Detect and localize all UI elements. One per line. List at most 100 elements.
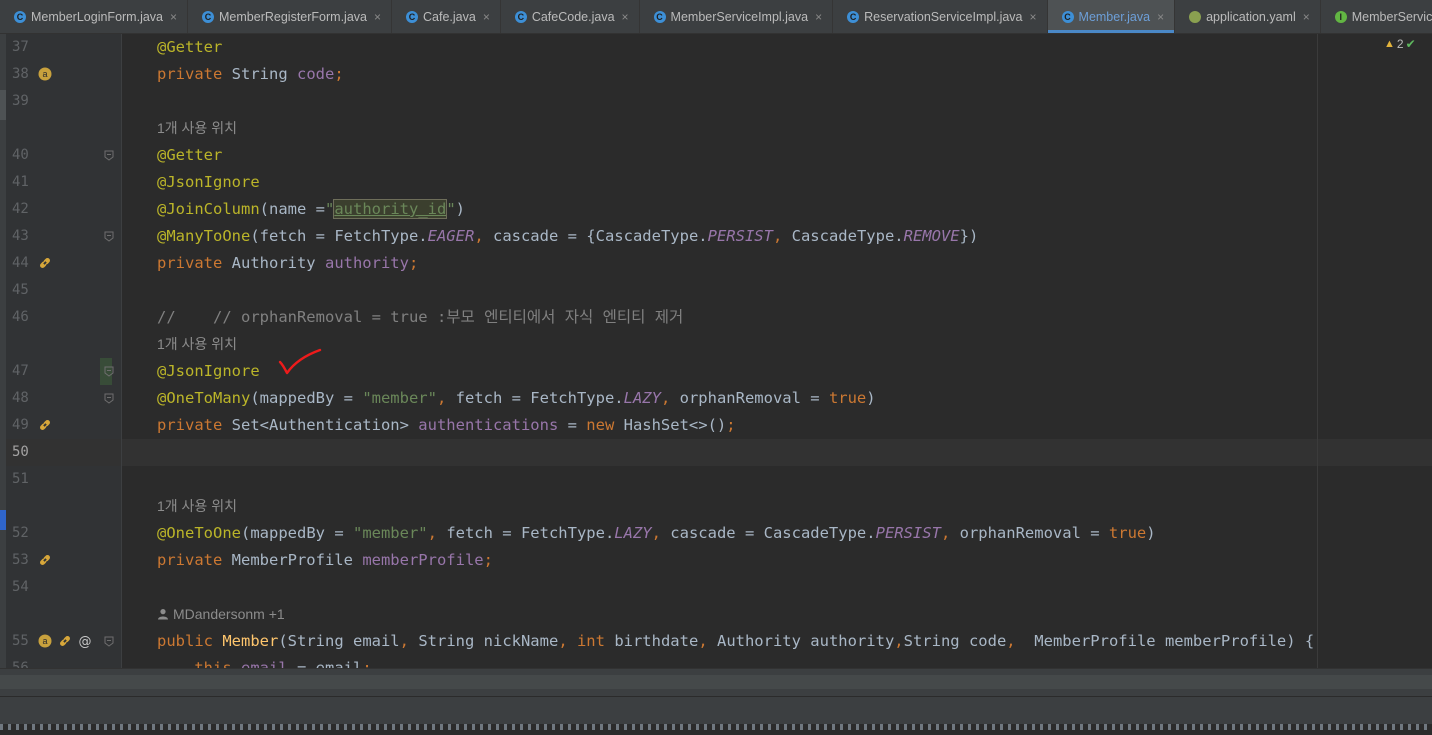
code-token: orphanRemoval =: [959, 524, 1109, 542]
line-number: 39: [12, 93, 29, 109]
code-line[interactable]: 41 @JsonIgnore: [0, 169, 1432, 196]
usage-hint[interactable]: 1개 사용 위치: [0, 115, 1432, 142]
relationship-icon[interactable]: [38, 418, 52, 432]
code-editor[interactable]: ▲ 2 ✔ 37 @Getter 38 a private String code; 39…: [0, 34, 1432, 668]
line-number: 37: [12, 39, 29, 55]
code-token: @JoinColumn: [157, 200, 260, 218]
code-text[interactable]: this.email = email;: [157, 655, 371, 668]
code-line[interactable]: 48 @OneToMany(mappedBy = "member", fetch …: [0, 385, 1432, 412]
code-token: @OneToMany: [157, 389, 251, 407]
code-token: // // orphanRemoval = true :부모 엔티티에서 자식 …: [157, 308, 684, 326]
code-text[interactable]: @Getter: [157, 142, 222, 169]
code-line[interactable]: 38 a private String code;: [0, 61, 1432, 88]
line-number: 54: [12, 579, 29, 595]
fold-toggle-icon[interactable]: [104, 636, 114, 647]
code-token: @JsonIgnore: [157, 173, 260, 191]
code-line[interactable]: 55 a @ public Member(String email, String n…: [0, 628, 1432, 655]
code-token: @JsonIgnore: [157, 362, 260, 380]
code-text[interactable]: private Set<Authentication> authenticati…: [157, 412, 736, 439]
code-text[interactable]: @Getter: [157, 34, 222, 61]
code-text[interactable]: @JoinColumn(name ="authority_id"): [157, 196, 465, 223]
close-tab-icon[interactable]: ×: [622, 10, 629, 24]
hint-text: 1개 사용 위치: [157, 120, 237, 136]
relationship-icon[interactable]: [58, 634, 72, 648]
code-line[interactable]: 51: [0, 466, 1432, 493]
code-text[interactable]: @JsonIgnore: [157, 358, 260, 385]
hint-text: 1개 사용 위치: [157, 498, 237, 514]
code-token: LAZY: [614, 524, 652, 542]
code-line[interactable]: 46 // // orphanRemoval = true :부모 엔티티에서 자…: [0, 304, 1432, 331]
tab-memberserviceimpl-java[interactable]: C MemberServiceImpl.java ×: [640, 0, 834, 33]
relationship-icon[interactable]: [38, 553, 52, 567]
tab-memberregisterform-java[interactable]: C MemberRegisterForm.java ×: [188, 0, 392, 33]
fold-toggle-icon[interactable]: [104, 366, 114, 377]
lombok-annotation-icon[interactable]: a: [38, 634, 52, 648]
code-token: code: [296, 65, 335, 83]
code-line[interactable]: 43 @ManyToOne(fetch = FetchType.EAGER, ca…: [0, 223, 1432, 250]
close-tab-icon[interactable]: ×: [1030, 10, 1037, 24]
line-number: 43: [12, 228, 29, 244]
code-line[interactable]: 47 @JsonIgnore: [0, 358, 1432, 385]
lombok-annotation-icon[interactable]: a: [38, 67, 52, 81]
tab-cafecode-java[interactable]: C CafeCode.java ×: [501, 0, 640, 33]
close-tab-icon[interactable]: ×: [483, 10, 490, 24]
fold-toggle-icon[interactable]: [104, 150, 114, 161]
code-line[interactable]: 54: [0, 574, 1432, 601]
code-line[interactable]: 56 this.email = email;: [0, 655, 1432, 668]
close-tab-icon[interactable]: ×: [374, 10, 381, 24]
code-token: Authority: [231, 254, 325, 272]
usage-hint[interactable]: 1개 사용 위치: [0, 331, 1432, 358]
tab-member-java[interactable]: C Member.java ×: [1047, 0, 1176, 33]
code-text[interactable]: @JsonIgnore: [157, 169, 260, 196]
code-text[interactable]: private MemberProfile memberProfile;: [157, 547, 493, 574]
code-line[interactable]: 50: [0, 439, 1432, 466]
scrollbar-thumb[interactable]: [0, 675, 1432, 689]
at-symbol-icon[interactable]: @: [78, 634, 92, 649]
code-text[interactable]: public Member(String email, String nickN…: [157, 628, 1314, 655]
code-line[interactable]: 52 @OneToOne(mappedBy = "member", fetch =…: [0, 520, 1432, 547]
usage-hint[interactable]: 1개 사용 위치: [0, 493, 1432, 520]
tab-cafe-java[interactable]: C Cafe.java ×: [392, 0, 501, 33]
code-token: , int: [558, 632, 615, 650]
tab-application-yaml[interactable]: application.yaml ×: [1175, 0, 1321, 33]
fold-toggle-icon[interactable]: [104, 393, 114, 404]
code-text[interactable]: // // orphanRemoval = true :부모 엔티티에서 자식 …: [157, 304, 683, 331]
fold-toggle-icon[interactable]: [104, 231, 114, 242]
tab-memberloginform-java[interactable]: C MemberLoginForm.java ×: [0, 0, 189, 33]
relationship-icon[interactable]: [38, 256, 52, 270]
tab-memberservice-java[interactable]: IMemberService.java×: [1321, 0, 1432, 33]
code-line[interactable]: 49 private Set<Authentication> authentica…: [0, 412, 1432, 439]
code-line[interactable]: 44 private Authority authority;: [0, 250, 1432, 277]
close-tab-icon[interactable]: ×: [1303, 10, 1310, 24]
code-token: fetch = FetchType.: [455, 389, 624, 407]
code-line[interactable]: 45: [0, 277, 1432, 304]
code-token: true: [1108, 524, 1147, 542]
code-line[interactable]: 53 private MemberProfile memberProfile;: [0, 547, 1432, 574]
code-line[interactable]: 37 @Getter: [0, 34, 1432, 61]
code-token: ;: [483, 551, 493, 569]
code-token: @Getter: [157, 38, 223, 56]
close-tab-icon[interactable]: ×: [170, 10, 177, 24]
tab-reservationserviceimpl-java[interactable]: C ReservationServiceImpl.java ×: [833, 0, 1048, 33]
code-author-hint[interactable]: MDandersonm +1: [0, 601, 1432, 628]
horizontal-scrollbar[interactable]: [0, 668, 1432, 696]
code-text[interactable]: @ManyToOne(fetch = FetchType.EAGER, casc…: [157, 223, 978, 250]
close-tab-icon[interactable]: ×: [1157, 10, 1164, 24]
tab-label: ReservationServiceImpl.java: [864, 9, 1023, 24]
tab-label: MemberLoginForm.java: [31, 9, 163, 24]
code-text[interactable]: @OneToMany(mappedBy = "member", fetch = …: [157, 385, 876, 412]
code-line[interactable]: 42 @JoinColumn(name ="authority_id"): [0, 196, 1432, 223]
close-tab-icon[interactable]: ×: [815, 10, 822, 24]
code-token: ): [455, 200, 465, 218]
tab-label: MemberRegisterForm.java: [219, 9, 367, 24]
code-line[interactable]: 40 @Getter: [0, 142, 1432, 169]
code-line[interactable]: 39: [0, 88, 1432, 115]
code-token: Authority authority: [716, 632, 895, 650]
code-token: (mappedBy =: [241, 524, 353, 542]
code-token: ,: [427, 524, 447, 542]
code-text[interactable]: @OneToOne(mappedBy = "member", fetch = F…: [157, 520, 1156, 547]
code-text[interactable]: private String code;: [157, 61, 344, 88]
code-token: public: [157, 632, 223, 650]
code-text[interactable]: private Authority authority;: [157, 250, 418, 277]
code-token: true: [828, 389, 867, 407]
